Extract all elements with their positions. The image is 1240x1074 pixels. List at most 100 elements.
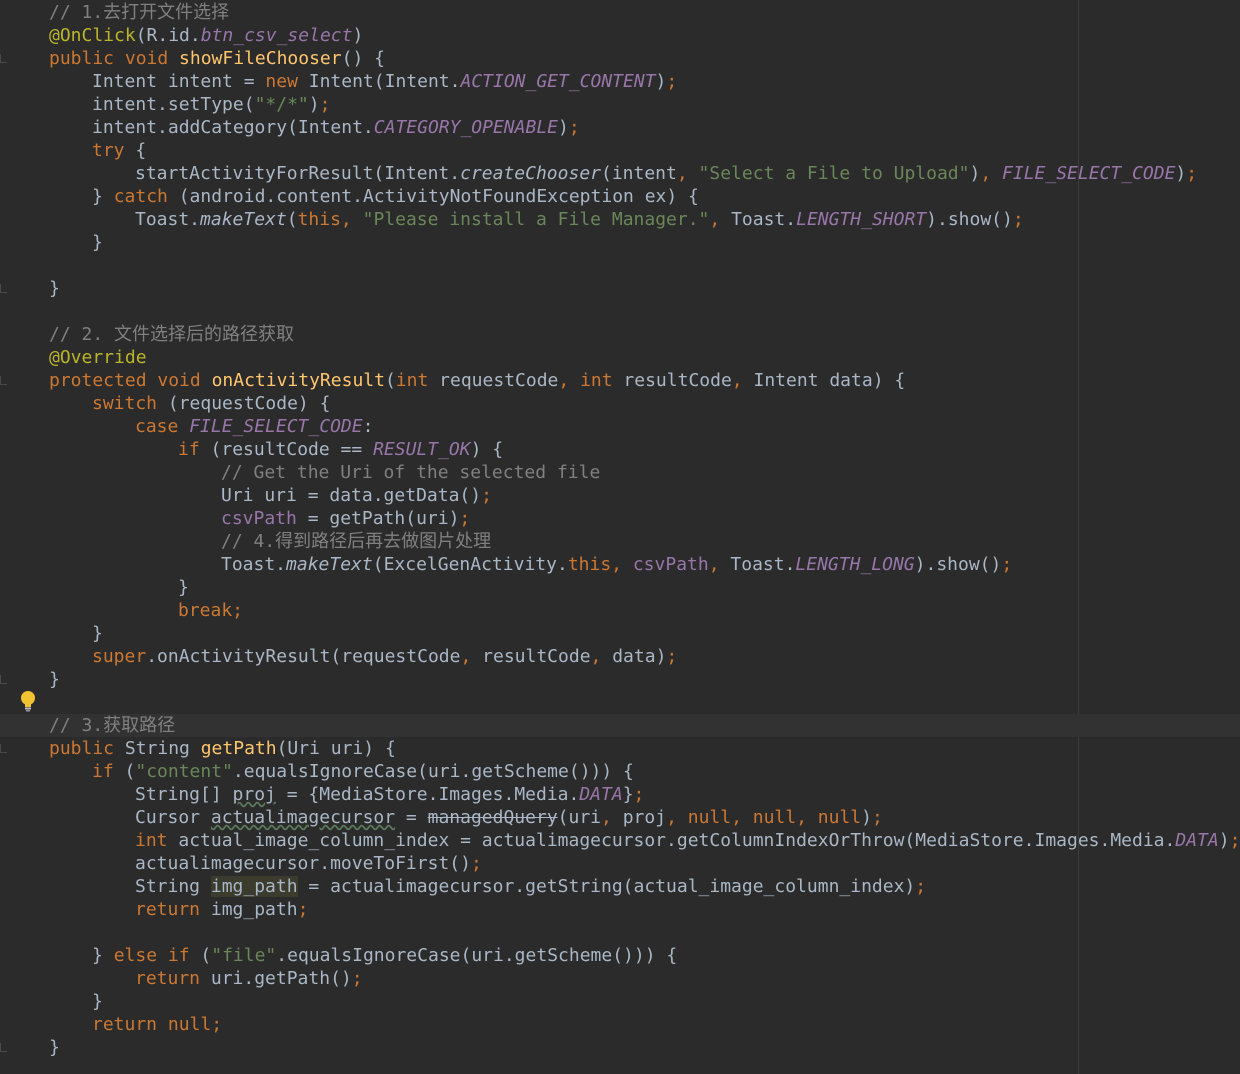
code-line[interactable]: public void showFileChooser() {	[0, 47, 1240, 70]
code-token: }	[92, 623, 103, 644]
code-line[interactable]: // 1.去打开文件选择	[0, 1, 1240, 24]
code-line[interactable]: protected void onActivityResult(int requ…	[0, 369, 1240, 392]
code-token: String	[135, 876, 211, 897]
code-token: }	[622, 784, 634, 805]
code-token: this,	[297, 209, 363, 230]
code-line[interactable]: @Override	[0, 346, 1240, 369]
code-text: intent.setType("*/*");	[92, 93, 330, 116]
code-line[interactable]: switch (requestCode) {	[0, 392, 1240, 415]
code-token: makeText	[286, 554, 373, 575]
code-line[interactable]: actualimagecursor.moveToFirst();	[0, 852, 1240, 875]
code-line[interactable]: // 4.得到路径后再去做图片处理	[0, 530, 1240, 553]
code-line[interactable]: }	[0, 277, 1240, 300]
code-line[interactable]: }	[0, 1036, 1240, 1059]
code-line[interactable]: try {	[0, 139, 1240, 162]
code-editor[interactable]: // 1.去打开文件选择 @OnClick(R.id.btn_csv_select…	[0, 0, 1240, 1074]
fold-marker-icon[interactable]	[0, 675, 7, 684]
code-token: Toast.	[730, 554, 796, 575]
code-line[interactable]: Cursor actualimagecursor = managedQuery(…	[0, 806, 1240, 829]
code-text: Toast.makeText(this, "Please install a F…	[135, 208, 1024, 231]
code-line[interactable]: String[] proj = {MediaStore.Images.Media…	[0, 783, 1240, 806]
code-token: new	[265, 71, 309, 92]
code-line[interactable]	[0, 921, 1240, 944]
code-line[interactable]: }	[0, 990, 1240, 1013]
code-line[interactable]: intent.addCategory(Intent.CATEGORY_OPENA…	[0, 116, 1240, 139]
code-token: }	[49, 1037, 60, 1058]
code-token: createChooser	[460, 163, 601, 184]
code-line[interactable]: Toast.makeText(this, "Please install a F…	[0, 208, 1240, 231]
code-line[interactable]: startActivityForResult(Intent.createChoo…	[0, 162, 1240, 185]
code-token: Toast.	[221, 554, 287, 575]
code-line[interactable]: return uri.getPath();	[0, 967, 1240, 990]
code-line[interactable]: if (resultCode == RESULT_OK) {	[0, 438, 1240, 461]
code-token: uri.getPath()	[210, 968, 352, 989]
code-line[interactable]: return img_path;	[0, 898, 1240, 921]
code-text: }	[92, 622, 103, 645]
code-text: break;	[178, 599, 243, 622]
fold-marker-icon[interactable]	[0, 54, 7, 63]
code-text: return uri.getPath();	[135, 967, 363, 990]
lightbulb-icon[interactable]	[19, 690, 37, 712]
code-line[interactable]: break;	[0, 599, 1240, 622]
code-line[interactable]: }	[0, 231, 1240, 254]
code-line[interactable]: int actual_image_column_index = actualim…	[0, 829, 1240, 852]
code-line[interactable]: csvPath = getPath(uri);	[0, 507, 1240, 530]
code-token: ).show()	[914, 554, 1002, 575]
code-line[interactable]: }	[0, 622, 1240, 645]
code-token: makeText	[200, 209, 287, 230]
code-token: data)	[612, 646, 667, 667]
code-line[interactable]: // 2. 文件选择后的路径获取	[0, 323, 1240, 346]
code-token: ,	[709, 209, 732, 230]
code-text: // 4.得到路径后再去做图片处理	[221, 530, 491, 553]
code-text: }	[92, 990, 103, 1013]
code-token: int	[395, 370, 440, 391]
code-line[interactable]: // Get the Uri of the selected file	[0, 461, 1240, 484]
code-token: ,	[676, 163, 699, 184]
code-line[interactable]	[0, 300, 1240, 323]
code-token: startActivityForResult(Intent.	[135, 163, 461, 184]
code-text: Cursor actualimagecursor = managedQuery(…	[135, 806, 883, 829]
code-line[interactable]: Intent intent = new Intent(Intent.ACTION…	[0, 70, 1240, 93]
code-line[interactable]: String img_path = actualimagecursor.getS…	[0, 875, 1240, 898]
code-token: switch	[92, 393, 168, 414]
code-token: String[]	[135, 784, 233, 805]
code-line[interactable]: case FILE_SELECT_CODE:	[0, 415, 1240, 438]
code-token: ;	[568, 117, 580, 138]
code-line[interactable]: return null;	[0, 1013, 1240, 1036]
code-text: switch (requestCode) {	[92, 392, 330, 415]
code-line[interactable]: } catch (android.content.ActivityNotFoun…	[0, 185, 1240, 208]
code-token: ;	[319, 94, 331, 115]
code-token: else if	[113, 945, 201, 966]
code-token: (uri	[557, 807, 602, 828]
code-area[interactable]: // 1.去打开文件选择 @OnClick(R.id.btn_csv_select…	[0, 1, 1240, 1059]
code-line[interactable]: super.onActivityResult(requestCode, resu…	[0, 645, 1240, 668]
code-line[interactable]	[0, 254, 1240, 277]
code-token: Cursor	[135, 807, 211, 828]
code-text: }	[49, 277, 60, 300]
code-line[interactable]: Toast.makeText(ExcelGenActivity.this, cs…	[0, 553, 1240, 576]
code-token: }	[92, 232, 103, 253]
code-line[interactable]: } else if ("file".equalsIgnoreCase(uri.g…	[0, 944, 1240, 967]
code-token: ;	[297, 899, 309, 920]
code-text: }	[49, 668, 60, 691]
fold-marker-icon[interactable]	[0, 284, 7, 293]
code-line[interactable]	[0, 691, 1240, 714]
code-line[interactable]: // 3.获取路径	[0, 714, 1240, 737]
code-token: return null;	[92, 1014, 223, 1035]
code-token: }	[92, 991, 103, 1012]
code-line[interactable]: @OnClick(R.id.btn_csv_select)	[0, 24, 1240, 47]
code-text: }	[49, 1036, 60, 1059]
code-line[interactable]: if ("content".equalsIgnoreCase(uri.getSc…	[0, 760, 1240, 783]
code-token: if	[178, 439, 211, 460]
fold-marker-icon[interactable]	[0, 376, 7, 385]
code-line[interactable]: Uri uri = data.getData();	[0, 484, 1240, 507]
code-line[interactable]: public String getPath(Uri uri) {	[0, 737, 1240, 760]
fold-marker-icon[interactable]	[0, 1043, 7, 1052]
fold-marker-icon[interactable]	[0, 744, 7, 753]
code-text: protected void onActivityResult(int requ…	[49, 369, 905, 392]
code-line[interactable]: intent.setType("*/*");	[0, 93, 1240, 116]
code-line[interactable]: }	[0, 668, 1240, 691]
code-line[interactable]: }	[0, 576, 1240, 599]
code-text: // Get the Uri of the selected file	[221, 461, 600, 484]
code-token: .onActivityResult(requestCode	[146, 646, 461, 667]
